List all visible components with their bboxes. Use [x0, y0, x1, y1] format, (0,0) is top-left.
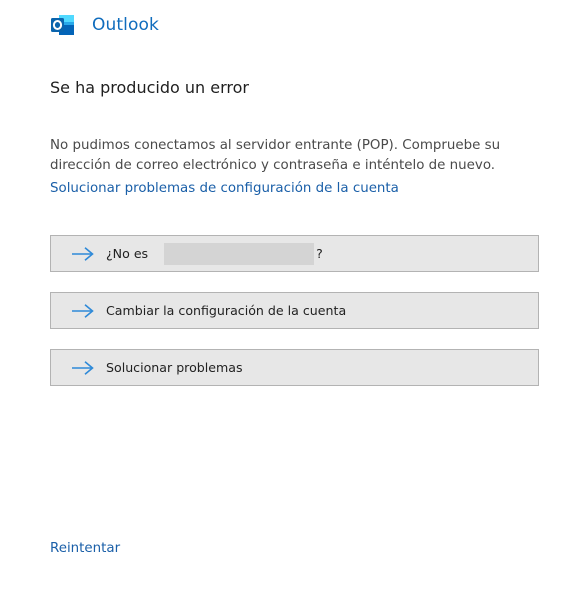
troubleshoot-label: Solucionar problemas — [106, 360, 243, 375]
arrow-right-icon — [72, 246, 94, 261]
troubleshoot-button[interactable]: Solucionar problemas — [50, 349, 539, 386]
arrow-right-icon — [72, 360, 94, 375]
app-header: Outlook — [50, 12, 159, 38]
change-account-settings-label: Cambiar la configuración de la cuenta — [106, 303, 347, 318]
redacted-email — [164, 242, 315, 265]
retry-link[interactable]: Reintentar — [50, 541, 120, 556]
app-name: Outlook — [92, 15, 159, 35]
not-you-label-prefix: ¿No es — [106, 246, 149, 261]
change-account-settings-button[interactable]: Cambiar la configuración de la cuenta — [50, 292, 539, 329]
error-title: Se ha producido un error — [50, 78, 249, 97]
outlook-error-dialog: Outlook Se ha producido un error No pudi… — [0, 0, 572, 614]
troubleshoot-account-link[interactable]: Solucionar problemas de configuración de… — [50, 181, 399, 196]
not-you-label-suffix: ? — [316, 246, 323, 261]
arrow-right-icon — [72, 303, 94, 318]
not-you-button[interactable]: ¿No es ? — [50, 235, 539, 272]
outlook-logo-icon — [51, 15, 74, 35]
error-message: No pudimos conectamos al servidor entran… — [50, 138, 501, 173]
